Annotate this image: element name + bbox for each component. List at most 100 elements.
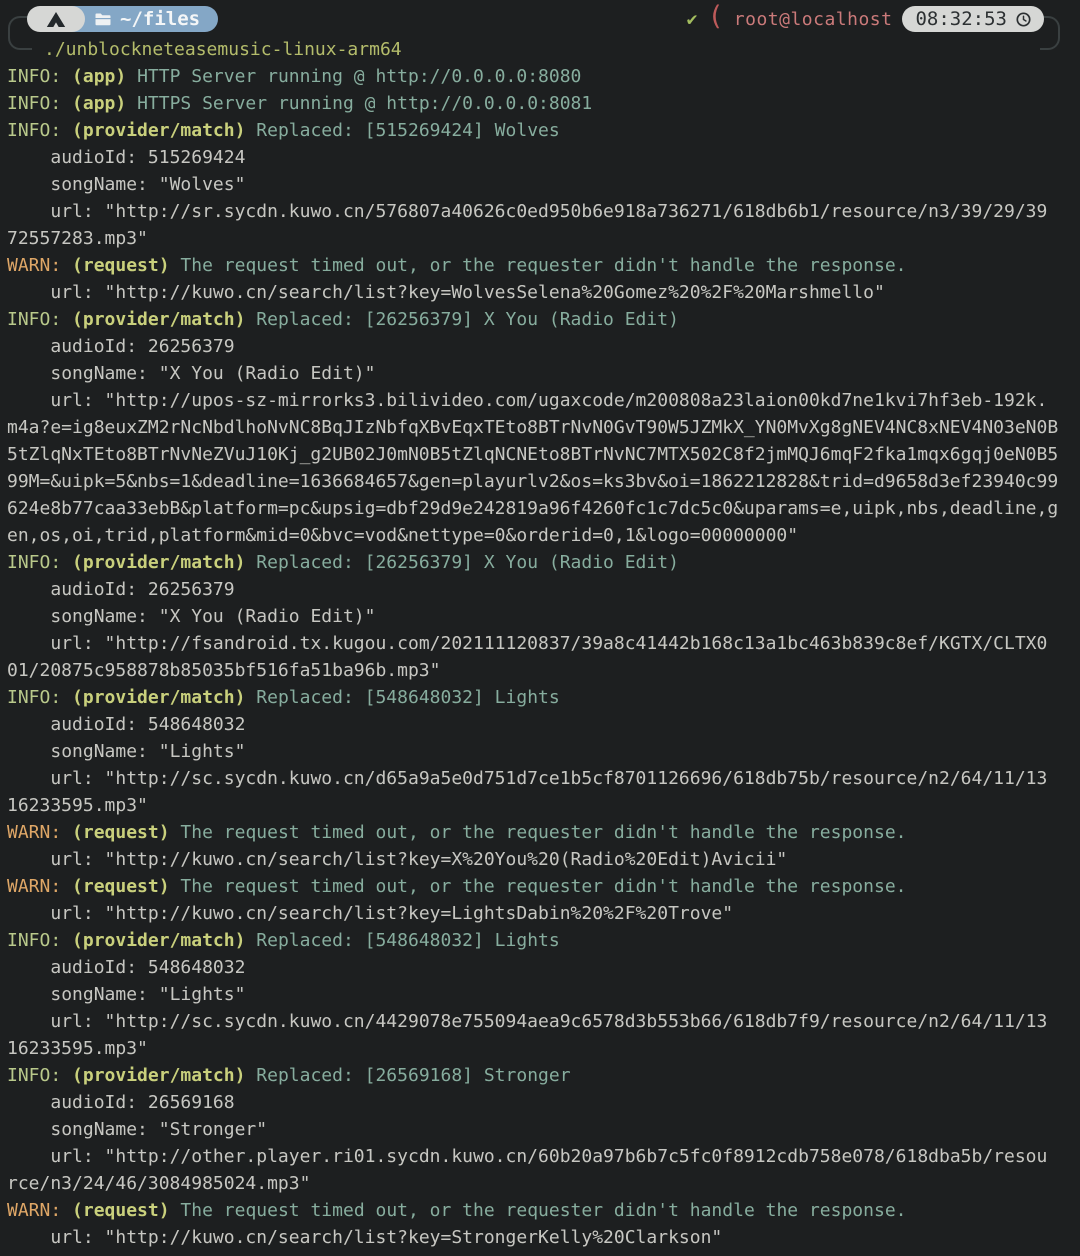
log-detail-line: audioId: 26256379 <box>7 576 1058 603</box>
prompt-bar: ~/files ✔ ( root@localhost 08:32:53 <box>7 6 1080 36</box>
log-message: Replaced: [26256379] X You (Radio Edit) <box>256 552 679 573</box>
cwd-label: ~/files <box>120 8 200 30</box>
command-text: ./unblockneteasemusic-linux-arm64 <box>44 39 402 60</box>
log-detail-line: url: "http://kuwo.cn/search/list?key=X%2… <box>7 846 1058 873</box>
log-detail-line: songName: "X You (Radio Edit)" <box>7 603 1058 630</box>
log-message: The request timed out, or the requester … <box>180 876 906 897</box>
log-message: The request timed out, or the requester … <box>180 822 906 843</box>
log-message: Replaced: [548648032] Lights <box>256 930 559 951</box>
log-detail-line: url: "http://kuwo.cn/search/list?key=Str… <box>7 1224 1058 1251</box>
log-scope-label: (provider/match) <box>72 930 245 951</box>
log-detail-text: audioId: 26569168 <box>7 1092 235 1113</box>
log-detail-line: songName: "Lights" <box>7 981 1058 1008</box>
log-message: HTTP Server running @ http://0.0.0.0:808… <box>137 66 581 87</box>
log-line: INFO: (provider/match) Replaced: [515269… <box>7 117 1058 144</box>
log-level-label: INFO: <box>7 552 61 573</box>
log-detail-text: songName: "Wolves" <box>7 174 245 195</box>
log-line: WARN: (request) The request timed out, o… <box>7 1197 1058 1224</box>
log-level-label: INFO: <box>7 930 61 951</box>
log-line: WARN: (request) The request timed out, o… <box>7 819 1058 846</box>
log-scope-label: (provider/match) <box>72 687 245 708</box>
log-detail-line: url: "http://sc.sycdn.kuwo.cn/d65a9a5e0d… <box>7 765 1058 819</box>
log-line: INFO: (provider/match) Replaced: [262563… <box>7 549 1058 576</box>
log-scope-label: (provider/match) <box>72 120 245 141</box>
log-detail-text: url: "http://sc.sycdn.kuwo.cn/4429078e75… <box>7 1011 1047 1059</box>
log-line: INFO: (provider/match) Replaced: [548648… <box>7 684 1058 711</box>
log-detail-text: audioId: 548648032 <box>7 714 245 735</box>
log-detail-line: songName: "Stronger" <box>7 1116 1058 1143</box>
log-line: WARN: (request) The request timed out, o… <box>7 252 1058 279</box>
log-scope-label: (provider/match) <box>72 1065 245 1086</box>
log-detail-text: audioId: 548648032 <box>7 957 245 978</box>
log-level-label: WARN: <box>7 876 61 897</box>
log-message: HTTPS Server running @ http://0.0.0.0:80… <box>137 93 592 114</box>
log-scope-label: (app) <box>72 93 126 114</box>
time-pill: 08:32:53 <box>902 6 1044 32</box>
log-detail-text: url: "http://kuwo.cn/search/list?key=Str… <box>7 1227 722 1248</box>
log-detail-text: songName: "Lights" <box>7 741 245 762</box>
log-detail-line: songName: "X You (Radio Edit)" <box>7 360 1058 387</box>
log-message: The request timed out, or the requester … <box>180 255 906 276</box>
log-level-label: INFO: <box>7 120 61 141</box>
log-detail-text: url: "http://kuwo.cn/search/list?key=Wol… <box>7 282 885 303</box>
log-detail-line: audioId: 515269424 <box>7 144 1058 171</box>
log-detail-line: url: "http://other.player.ri01.sycdn.kuw… <box>7 1143 1058 1197</box>
log-message: The request timed out, or the requester … <box>180 1200 906 1221</box>
log-level-label: INFO: <box>7 687 61 708</box>
log-line: INFO: (provider/match) Replaced: [262563… <box>7 306 1058 333</box>
log-detail-line: audioId: 548648032 <box>7 954 1058 981</box>
prompt-separator: ( <box>708 4 724 30</box>
log-detail-text: audioId: 26256379 <box>7 579 235 600</box>
log-detail-text: audioId: 515269424 <box>7 147 245 168</box>
log-message: Replaced: [515269424] Wolves <box>256 120 559 141</box>
log-scope-label: (provider/match) <box>72 309 245 330</box>
log-scope-label: (app) <box>72 66 126 87</box>
log-line: INFO: (app) HTTPS Server running @ http:… <box>7 90 1058 117</box>
log-detail-text: songName: "X You (Radio Edit)" <box>7 606 375 627</box>
log-detail-text: url: "http://other.player.ri01.sycdn.kuw… <box>7 1146 1047 1194</box>
log-detail-line: audioId: 26256379 <box>7 333 1058 360</box>
log-detail-line: songName: "Lights" <box>7 738 1058 765</box>
log-detail-text: songName: "Stronger" <box>7 1119 267 1140</box>
log-level-label: INFO: <box>7 309 61 330</box>
log-line: INFO: <box>7 1251 1058 1256</box>
log-detail-text: url: "http://fsandroid.tx.kugou.com/2021… <box>7 633 1047 681</box>
terminal-content: ~/files ✔ ( root@localhost 08:32:53 <box>0 0 1080 1256</box>
log-message: Replaced: [26569168] Stronger <box>256 1065 570 1086</box>
clock-icon <box>1016 12 1031 27</box>
log-level-label: INFO: <box>7 66 61 87</box>
log-detail-text: songName: "Lights" <box>7 984 245 1005</box>
log-detail-text: url: "http://kuwo.cn/search/list?key=Lig… <box>7 903 733 924</box>
prompt-right-cluster: ✔ ( root@localhost 08:32:53 <box>687 6 1044 32</box>
os-segment <box>27 6 85 32</box>
status-check-icon: ✔ <box>687 9 698 30</box>
log-detail-line: url: "http://kuwo.cn/search/list?key=Lig… <box>7 900 1058 927</box>
terminal-window[interactable]: ~/files ✔ ( root@localhost 08:32:53 <box>0 0 1080 1256</box>
log-detail-line: url: "http://upos-sz-mirrorks3.bilivideo… <box>7 387 1058 549</box>
time-label: 08:32:53 <box>915 8 1007 30</box>
log-detail-line: url: "http://kuwo.cn/search/list?key=Wol… <box>7 279 1058 306</box>
log-level-label: WARN: <box>7 822 61 843</box>
log-line: INFO: (app) HTTP Server running @ http:/… <box>7 63 1058 90</box>
log-line: WARN: (request) The request timed out, o… <box>7 873 1058 900</box>
log-level-label: WARN: <box>7 1200 61 1221</box>
log-scope-label: (request) <box>72 255 170 276</box>
log-detail-text: url: "http://kuwo.cn/search/list?key=X%2… <box>7 849 787 870</box>
log-detail-line: url: "http://sc.sycdn.kuwo.cn/4429078e75… <box>7 1008 1058 1062</box>
log-detail-line: url: "http://sr.sycdn.kuwo.cn/576807a406… <box>7 198 1058 252</box>
log-detail-line: audioId: 548648032 <box>7 711 1058 738</box>
log-detail-text: url: "http://sr.sycdn.kuwo.cn/576807a406… <box>7 201 1047 249</box>
log-detail-line: songName: "Wolves" <box>7 171 1058 198</box>
log-level-label: INFO: <box>7 93 61 114</box>
log-detail-text: url: "http://upos-sz-mirrorks3.bilivideo… <box>7 390 1058 546</box>
log-line: INFO: (provider/match) Replaced: [548648… <box>7 927 1058 954</box>
log-message: Replaced: [26256379] X You (Radio Edit) <box>256 309 679 330</box>
log-detail-line: audioId: 26569168 <box>7 1089 1058 1116</box>
folder-icon <box>95 13 111 26</box>
log-output: INFO: (app) HTTP Server running @ http:/… <box>7 63 1058 1256</box>
log-scope-label: (request) <box>72 822 170 843</box>
command-line: ./unblockneteasemusic-linux-arm64 <box>7 36 1080 63</box>
log-detail-text: url: "http://sc.sycdn.kuwo.cn/d65a9a5e0d… <box>7 768 1047 816</box>
log-level-label: WARN: <box>7 255 61 276</box>
log-scope-label: (request) <box>72 876 170 897</box>
